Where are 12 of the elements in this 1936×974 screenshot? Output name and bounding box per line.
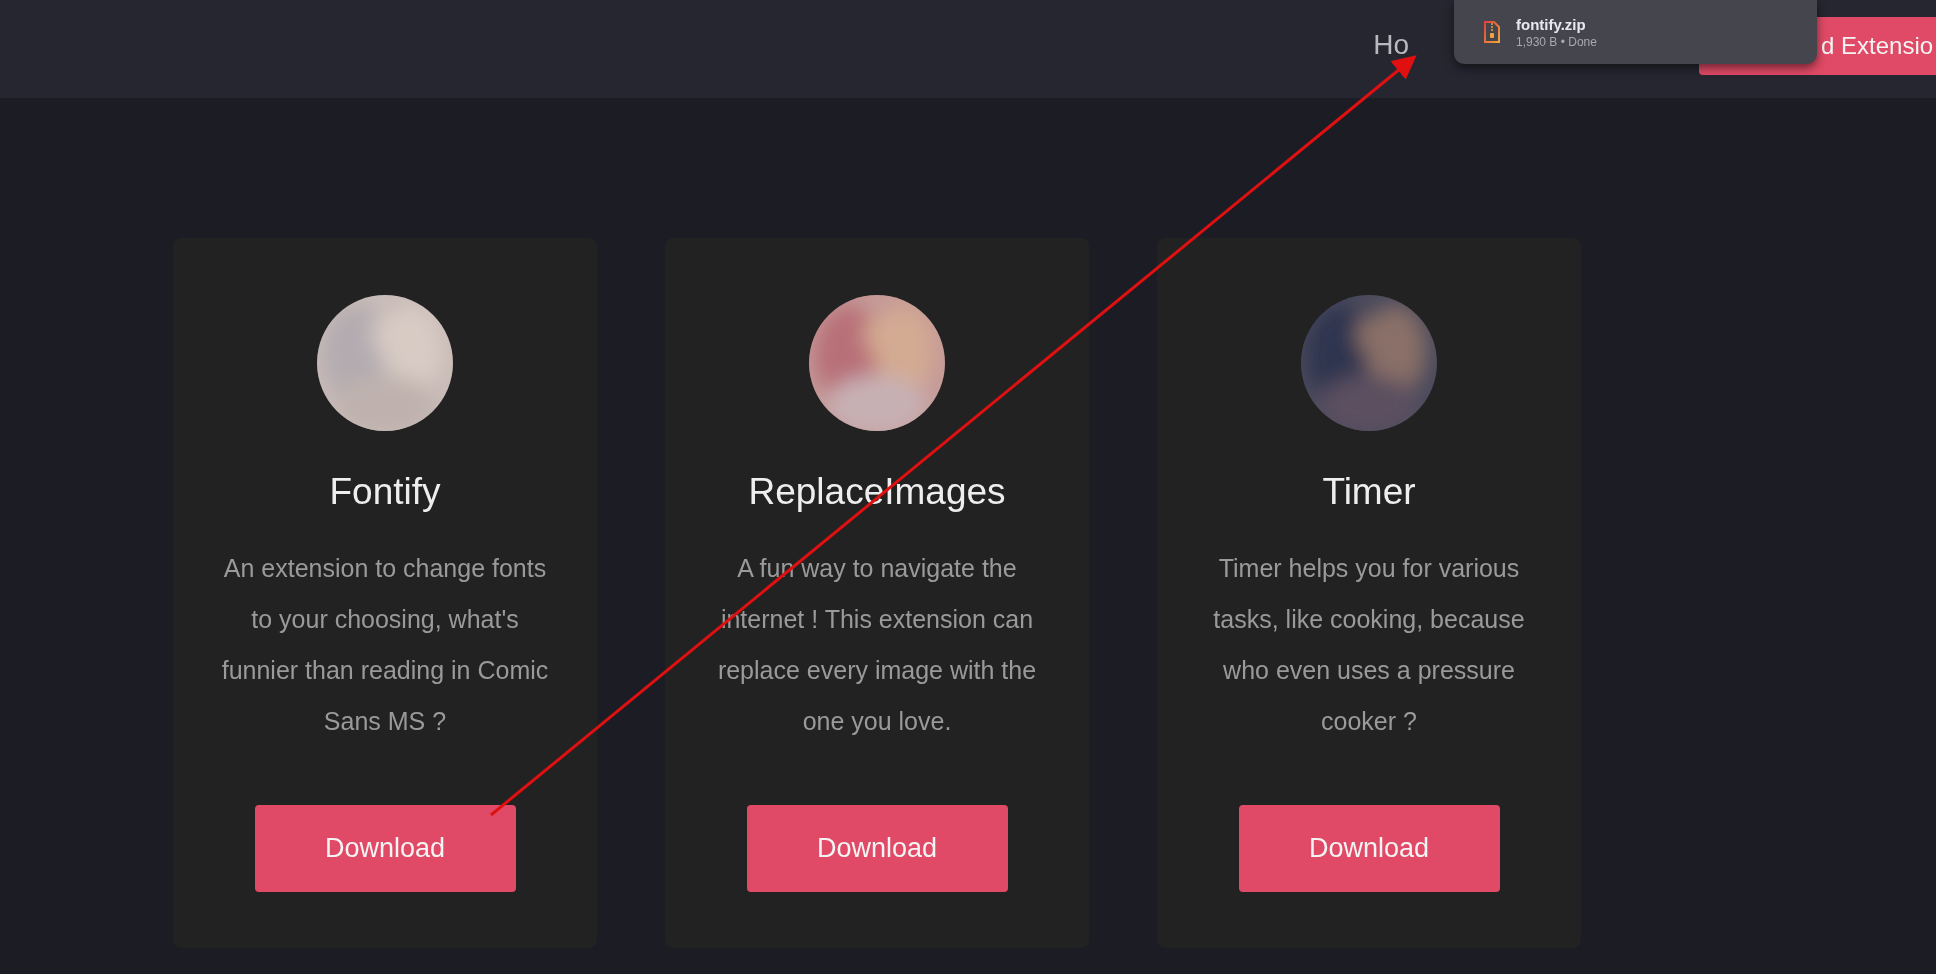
- download-button[interactable]: Download: [254, 805, 516, 892]
- download-button[interactable]: Download: [1238, 805, 1500, 892]
- download-status: 1,930 B • Done: [1516, 34, 1597, 49]
- card-title: Fontify: [329, 471, 441, 513]
- nav-link[interactable]: Ho: [1373, 29, 1409, 61]
- download-button[interactable]: Download: [746, 805, 1008, 892]
- file-name: fontify.zip: [1516, 15, 1587, 33]
- card-description: An extension to change fonts to your choosing, what's funnier than reading in Comic Sans MS ?: [220, 553, 550, 737]
- card-description: Timer helps you for various tasks, like cooking, because who even uses a pressure cooker ?: [1212, 553, 1526, 737]
- zip-file-icon: [1484, 21, 1500, 43]
- card-title: Timer: [1322, 471, 1416, 513]
- download-popup[interactable]: fontify.zip 1,930 B • Done: [1454, 0, 1817, 64]
